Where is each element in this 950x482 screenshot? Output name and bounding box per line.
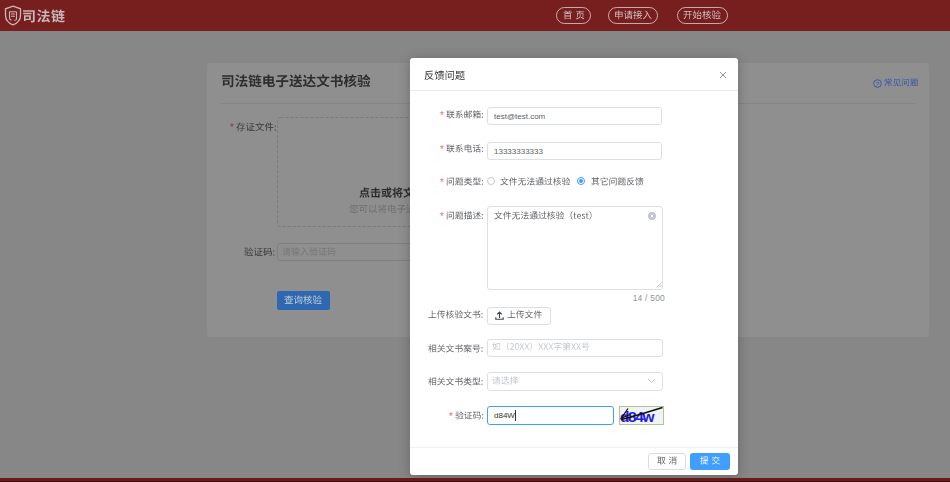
svg-text:?: ? — [875, 80, 879, 86]
